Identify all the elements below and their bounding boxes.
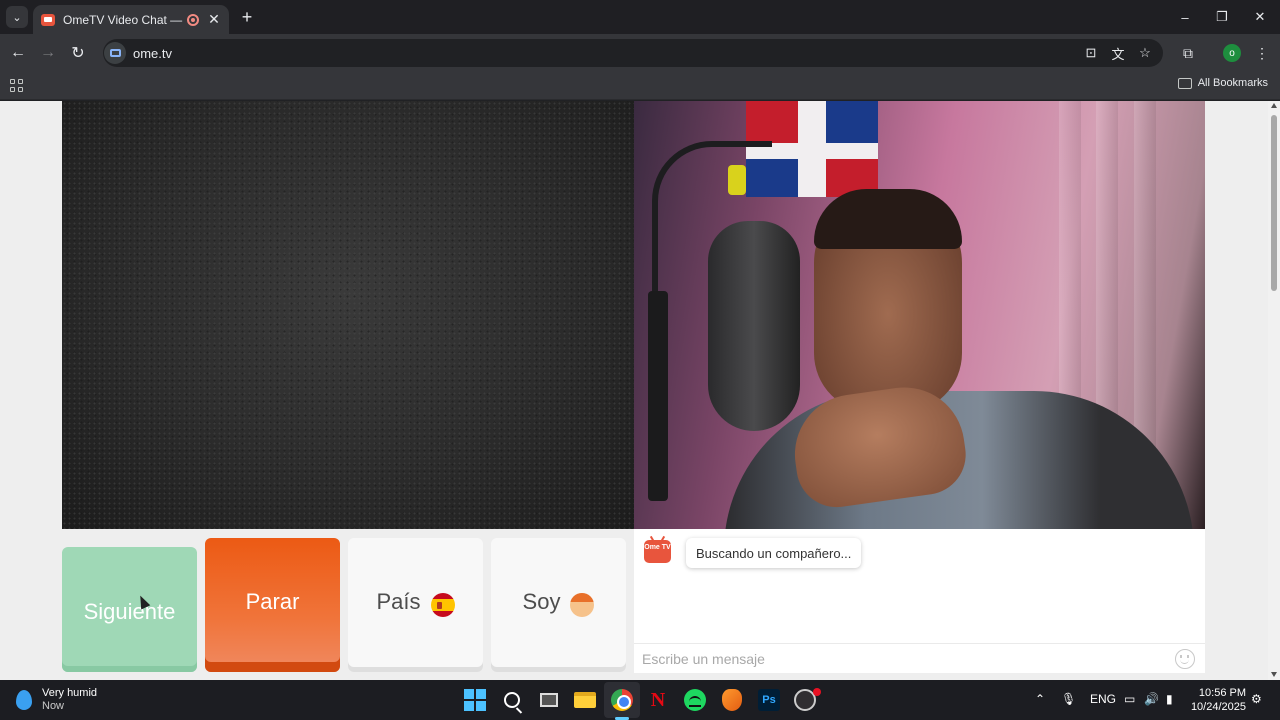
apps-grid-icon[interactable] xyxy=(10,79,23,92)
clock[interactable]: 10:56 PM 10/24/2025 xyxy=(1190,686,1246,714)
obs-button[interactable] xyxy=(793,688,821,712)
start-button[interactable] xyxy=(463,688,487,712)
minimize-button[interactable]: – xyxy=(1166,0,1204,34)
notifications-icon[interactable]: ⚙ xyxy=(1251,692,1265,706)
profile-avatar[interactable]: o xyxy=(1223,44,1241,62)
weather-widget[interactable]: Very humid Now xyxy=(16,687,97,713)
address-bar[interactable]: ome.tv ⊡ 文 ☆ xyxy=(103,39,1163,67)
language-indicator[interactable]: ENG xyxy=(1090,692,1116,706)
browser-toolbar: ← → ↻ ome.tv ⊡ 文 ☆ ⧉ o ⋮ xyxy=(0,34,1280,72)
mic-clip xyxy=(728,165,746,195)
all-bookmarks-button[interactable]: All Bookmarks xyxy=(1177,77,1268,89)
stop-button[interactable]: Parar xyxy=(205,538,340,672)
tab-title: OmeTV Video Chat — Ome xyxy=(63,12,183,27)
partner-video xyxy=(62,101,634,529)
netflix-button[interactable]: N xyxy=(646,688,670,712)
microphone-icon[interactable]: 🎙 xyxy=(1061,692,1076,706)
scroll-thumb[interactable] xyxy=(1271,115,1277,291)
scroll-down-icon[interactable] xyxy=(1271,672,1277,677)
chrome-taskbar-button[interactable] xyxy=(610,688,634,712)
chat-message-input[interactable] xyxy=(642,649,1162,669)
ometv-page: Siguiente Parar País Soy Ome TV Buscando… xyxy=(0,101,1268,680)
forward-button[interactable]: → xyxy=(37,42,59,64)
next-button-label: Siguiente xyxy=(83,598,176,624)
self-video xyxy=(634,101,1205,529)
search-button[interactable] xyxy=(500,688,524,712)
scroll-up-icon[interactable] xyxy=(1271,103,1277,108)
country-button-label: País xyxy=(376,589,421,614)
fl-studio-icon xyxy=(722,689,742,711)
windows-taskbar: Very humid Now N Ps ⌃ 🎙 ENG ▭ 🔊 ▮ 10:56 … xyxy=(0,680,1280,720)
mic-stand xyxy=(648,291,668,501)
chat-input-bar xyxy=(634,643,1205,673)
ometv-logo-icon: Ome TV xyxy=(644,540,671,563)
new-tab-button[interactable]: + xyxy=(236,6,258,28)
humidity-drop-icon xyxy=(16,690,32,710)
battery-icon[interactable]: ▮ xyxy=(1166,692,1173,706)
url-text[interactable]: ome.tv xyxy=(133,46,172,61)
install-app-icon[interactable]: ⊡ xyxy=(1082,45,1100,61)
recording-dot-icon xyxy=(813,688,821,696)
browser-menu-icon[interactable]: ⋮ xyxy=(1251,43,1273,63)
obs-icon xyxy=(794,688,821,711)
bookmarks-bar: All Bookmarks xyxy=(0,72,1280,100)
netflix-icon: N xyxy=(650,688,666,711)
folder-icon xyxy=(1177,77,1192,89)
reload-button[interactable]: ↻ xyxy=(67,42,89,64)
country-button[interactable]: País xyxy=(348,538,483,672)
chat-panel: Ome TV Buscando un compañero... xyxy=(634,529,1205,673)
all-bookmarks-label: All Bookmarks xyxy=(1197,77,1268,89)
spotify-button[interactable] xyxy=(683,688,707,712)
tab-close-icon[interactable]: ✕ xyxy=(207,11,221,28)
bookmark-star-icon[interactable]: ☆ xyxy=(1136,45,1154,61)
browser-tab-bar: ⌄ OmeTV Video Chat — Ome ✕ + – ❐ ✕ xyxy=(0,0,1280,34)
search-icon xyxy=(504,692,520,708)
back-button[interactable]: ← xyxy=(7,42,29,64)
spotify-icon xyxy=(684,689,706,711)
task-view-button[interactable] xyxy=(537,688,561,712)
page-scrollbar[interactable] xyxy=(1268,101,1280,680)
tab-search-icon[interactable]: ⌄ xyxy=(6,6,28,28)
task-view-icon xyxy=(540,693,558,707)
tray-overflow-icon[interactable]: ⌃ xyxy=(1035,692,1045,706)
gender-button[interactable]: Soy xyxy=(491,538,626,672)
spain-flag-icon xyxy=(430,593,455,617)
weather-time: Now xyxy=(42,700,65,712)
photoshop-button[interactable]: Ps xyxy=(757,688,781,712)
display-icon[interactable]: ▭ xyxy=(1124,692,1135,706)
next-button[interactable]: Siguiente xyxy=(62,547,197,672)
window-close-button[interactable]: ✕ xyxy=(1241,0,1279,34)
weather-condition: Very humid xyxy=(42,687,98,699)
clock-time: 10:56 PM xyxy=(1198,687,1246,699)
stop-button-label: Parar xyxy=(245,589,300,614)
file-explorer-button[interactable] xyxy=(573,688,597,712)
gender-button-label: Soy xyxy=(522,589,561,614)
photoshop-icon: Ps xyxy=(758,689,780,711)
volume-icon[interactable]: 🔊 xyxy=(1144,692,1159,706)
emoji-smile-icon[interactable] xyxy=(1175,649,1195,669)
clock-date: 10/24/2025 xyxy=(1190,701,1246,713)
folder-explorer-icon xyxy=(574,692,596,708)
recording-indicator-icon xyxy=(187,13,199,26)
extensions-icon[interactable]: ⧉ xyxy=(1177,43,1199,63)
site-info-icon[interactable] xyxy=(104,42,126,64)
fl-studio-button[interactable] xyxy=(720,688,744,712)
status-message: Buscando un compañero... xyxy=(686,538,862,568)
windows-logo-icon xyxy=(464,689,486,711)
boy-face-icon xyxy=(570,593,595,617)
microphone xyxy=(708,221,800,431)
translate-icon[interactable]: 文 xyxy=(1109,45,1127,62)
maximize-button[interactable]: ❐ xyxy=(1203,0,1241,34)
chrome-icon xyxy=(611,689,633,711)
person-hair xyxy=(814,189,962,249)
ometv-favicon-icon xyxy=(41,13,55,26)
tab-ometv[interactable]: OmeTV Video Chat — Ome ✕ xyxy=(33,5,229,34)
